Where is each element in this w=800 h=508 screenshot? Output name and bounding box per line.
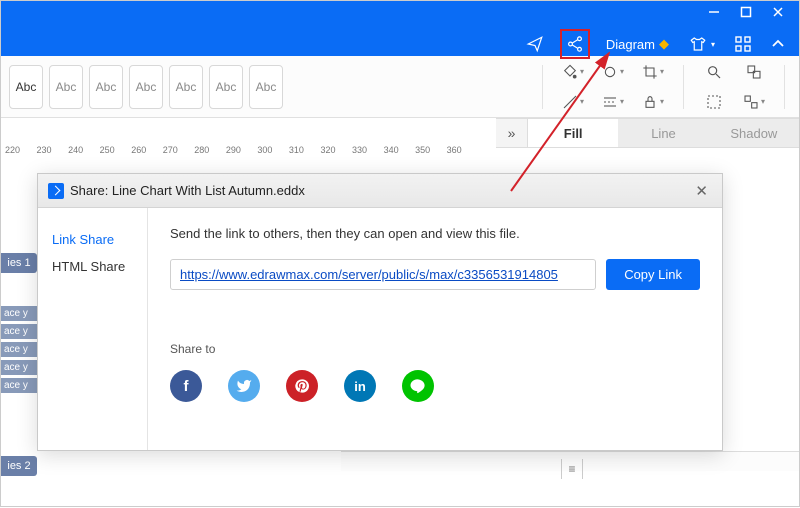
shape-icon[interactable] [595, 60, 631, 84]
apps-icon[interactable] [731, 32, 755, 56]
expand-panel-icon[interactable]: » [496, 119, 528, 147]
separator [784, 65, 785, 109]
dialog-sidebar: Link Share HTML Share [38, 208, 148, 450]
text-style-5[interactable]: Abc [169, 65, 203, 109]
linkedin-icon[interactable]: in [344, 370, 376, 402]
fill-bucket-icon[interactable] [555, 60, 591, 84]
separator [542, 65, 543, 109]
dialog-title-text: Share: Line Chart With List Autumn.eddx [70, 183, 305, 198]
dialog-titlebar: Share: Line Chart With List Autumn.eddx … [38, 174, 722, 208]
text-style-4[interactable]: Abc [129, 65, 163, 109]
share-dialog: Share: Line Chart With List Autumn.eddx … [37, 173, 723, 451]
select-icon[interactable] [696, 90, 732, 114]
send-icon[interactable] [522, 31, 548, 57]
panel-handle-icon[interactable]: ≡ [561, 459, 583, 479]
list-item[interactable]: ace y [1, 342, 39, 357]
tab-link-share[interactable]: Link Share [38, 226, 147, 253]
series-badge-2[interactable]: ies 2 [1, 456, 37, 476]
tool-group-1 [555, 60, 671, 114]
twitter-icon[interactable] [228, 370, 260, 402]
search-icon[interactable] [696, 60, 732, 84]
dialog-close-button[interactable]: ✕ [691, 178, 712, 204]
tab-shadow[interactable]: Shadow [709, 119, 799, 147]
panel-tabs: » Fill Line Shadow [496, 118, 799, 148]
diagram-label: Diagram [606, 37, 655, 52]
social-row: f in [170, 370, 700, 402]
text-style-7[interactable]: Abc [249, 65, 283, 109]
window-controls [707, 5, 791, 19]
dialog-main: Send the link to others, then they can o… [148, 208, 722, 450]
ruler: 220 230 240 250 260 270 280 290 300 310 … [1, 145, 462, 155]
list-item[interactable]: ace y [1, 360, 39, 375]
app-icon [48, 183, 64, 199]
pen-icon[interactable] [555, 90, 591, 114]
close-button[interactable] [771, 5, 785, 19]
crop-icon[interactable] [635, 60, 671, 84]
list-item[interactable]: ace y [1, 324, 39, 339]
lock-icon[interactable] [635, 90, 671, 114]
tab-fill[interactable]: Fill [528, 119, 618, 147]
dialog-body: Link Share HTML Share Send the link to o… [38, 208, 722, 450]
list-item[interactable]: ace y [1, 306, 39, 321]
text-style-3[interactable]: Abc [89, 65, 123, 109]
pinterest-icon[interactable] [286, 370, 318, 402]
top-menu: Diagram ◆ ▾ [522, 29, 789, 59]
toolbar: Abc Abc Abc Abc Abc Abc Abc [1, 56, 799, 118]
text-style-1[interactable]: Abc [9, 65, 43, 109]
maximize-button[interactable] [739, 5, 753, 19]
diamond-icon: ◆ [659, 36, 669, 52]
line-style-icon[interactable] [595, 90, 631, 114]
share-url-field[interactable]: https://www.edrawmax.com/server/public/s… [170, 259, 596, 290]
collapse-ribbon-icon[interactable] [767, 33, 789, 55]
tab-html-share[interactable]: HTML Share [38, 253, 147, 280]
series-badge-1[interactable]: ies 1 [1, 253, 37, 273]
list-item[interactable]: ace y [1, 378, 39, 393]
tab-line[interactable]: Line [618, 119, 708, 147]
group-icon[interactable] [736, 90, 772, 114]
instruction-text: Send the link to others, then they can o… [170, 226, 700, 241]
shirt-icon[interactable]: ▾ [685, 31, 719, 57]
link-row: https://www.edrawmax.com/server/public/s… [170, 259, 700, 290]
diagram-menu[interactable]: Diagram ◆ [602, 32, 673, 56]
legend-list: ace y ace y ace y ace y ace y [1, 306, 39, 396]
separator [683, 65, 684, 109]
text-style-2[interactable]: Abc [49, 65, 83, 109]
replace-icon[interactable] [736, 60, 772, 84]
facebook-icon[interactable]: f [170, 370, 202, 402]
minimize-button[interactable] [707, 5, 721, 19]
tool-group-2 [696, 60, 772, 114]
share-icon[interactable] [560, 29, 590, 59]
copy-link-button[interactable]: Copy Link [606, 259, 700, 290]
share-to-label: Share to [170, 342, 700, 356]
text-style-6[interactable]: Abc [209, 65, 243, 109]
line-icon[interactable] [402, 370, 434, 402]
